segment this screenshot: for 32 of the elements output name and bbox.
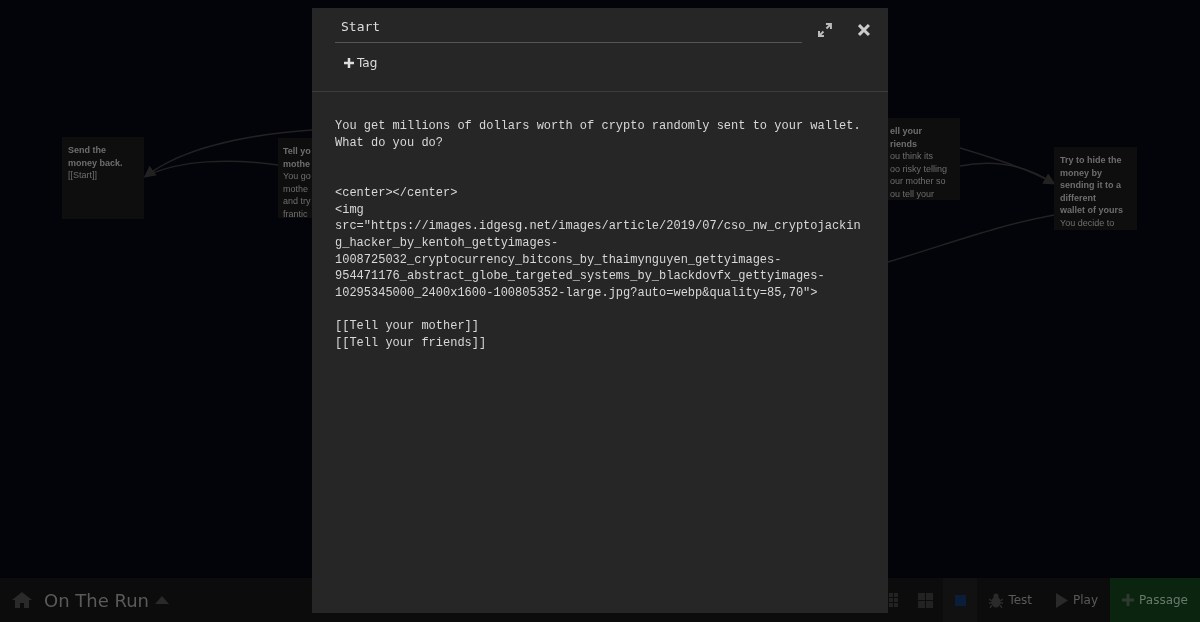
passage-excerpt: ou think its [890, 150, 934, 163]
passage-card[interactable]: Tell yo mothe You go mothe and try frantic [278, 138, 312, 218]
passage-excerpt: our mother so [890, 175, 946, 188]
passage-title: wallet of yours [1060, 204, 1123, 217]
passage-card[interactable]: Try to hide the money by sending it to a different wallet of yours You decide to [1054, 147, 1137, 230]
test-button[interactable]: Test [977, 578, 1045, 622]
passage-title: ell your [890, 125, 922, 138]
passage-title: different [1060, 191, 1096, 204]
add-tag-button[interactable]: Tag [344, 56, 378, 70]
passage-title: sending it to a [1060, 179, 1121, 192]
passage-title: money by [1060, 166, 1102, 179]
passage-excerpt: mothe [283, 182, 308, 195]
passage-excerpt: oo risky telling [890, 162, 948, 175]
passage-name-field[interactable]: Start [335, 16, 803, 43]
passage-excerpt: You decide to [1060, 216, 1115, 229]
passage-excerpt: frantic [283, 207, 308, 218]
passage-text-area[interactable]: You get millions of dollars worth of crypto randomly sent to your wallet. What do you do? <center></center> <img src="https://images.idgesg.net/images/article/2019/07/cso_nw_cryptojacking_hacker_by_kentoh_gettyimages-1008725032_cryptocurrency_bitcons_by_thaimynguyen_gettyimages-954471176_abstract_globe_targeted_systems_by_blackdovfx_gettyimages-10295345000_2400x1600-100805352-large.jpg?auto=webp&quality=85,70"> [[Tell your mother]] [[Tell your friends]] [335, 118, 863, 352]
passage-title: Try to hide the [1060, 154, 1122, 167]
passage-button[interactable]: Passage [1110, 578, 1200, 622]
passage-excerpt: You go [283, 170, 311, 183]
play-button[interactable]: Play [1044, 578, 1111, 622]
passage-excerpt: and try [283, 195, 311, 208]
passage-title: money back. [68, 156, 123, 169]
passage-card[interactable]: ell your riends ou think its oo risky telling our mother so ou tell your [888, 118, 960, 200]
passage-title: Tell yo [283, 145, 311, 158]
passage-excerpt: ou tell your [890, 187, 935, 200]
passage-title: mothe [283, 157, 310, 170]
passage-excerpt: [[Start]] [68, 169, 97, 182]
passage-card[interactable]: Send the money back. [[Start]] [62, 137, 144, 219]
passage-title: Send the [68, 144, 106, 157]
story-menu-button[interactable]: On The Run [44, 589, 169, 611]
passage-title: riends [890, 137, 917, 150]
